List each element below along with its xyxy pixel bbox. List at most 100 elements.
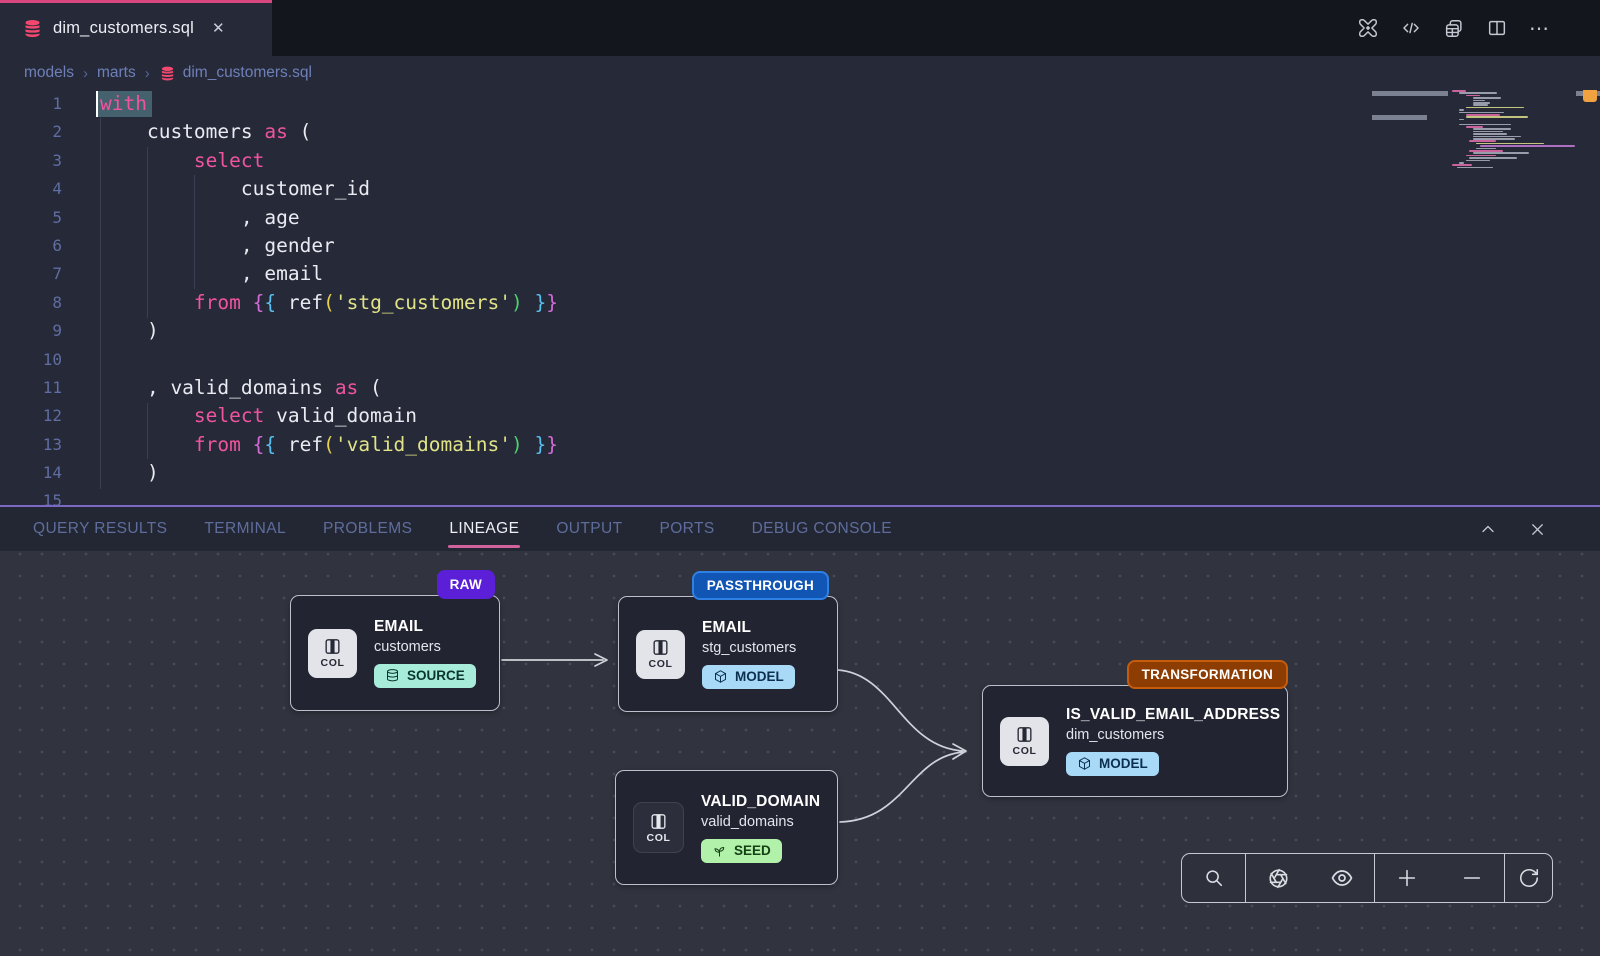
tab-title: dim_customers.sql	[53, 19, 194, 38]
eye-button[interactable]	[1322, 858, 1362, 898]
minimap-row	[1473, 152, 1529, 154]
collapse-panel-icon[interactable]	[1477, 518, 1499, 540]
split-editor-icon[interactable]	[1486, 17, 1508, 39]
cube-icon	[1077, 756, 1092, 771]
more-actions-icon[interactable]: ⋯	[1529, 16, 1550, 41]
copy-table-icon[interactable]	[1443, 17, 1465, 39]
code-line[interactable]: 4 customer_id	[0, 175, 1600, 203]
code-line[interactable]: 11 , valid_domains as (	[0, 374, 1600, 402]
panel-tab-lineage[interactable]: LINEAGE	[449, 507, 519, 551]
code-line[interactable]: 12 select valid_domain	[0, 402, 1600, 430]
minimap-row	[1469, 150, 1503, 152]
code-line[interactable]: 5 , age	[0, 204, 1600, 232]
line-number: 12	[0, 402, 62, 430]
panel-tab-output[interactable]: OUTPUT	[556, 507, 622, 551]
code-line[interactable]: 3 select	[0, 147, 1600, 175]
source-pill[interactable]: SOURCE	[374, 664, 476, 688]
seed-pill[interactable]: SEED	[701, 839, 782, 863]
line-number: 9	[0, 317, 62, 345]
minimap[interactable]	[1452, 90, 1564, 270]
minimap-row	[1469, 157, 1517, 159]
toolbar-section	[1505, 854, 1552, 902]
code-line[interactable]: 6 , gender	[0, 232, 1600, 260]
breadcrumb-marts[interactable]: marts	[97, 64, 136, 82]
minimap-row	[1466, 114, 1500, 116]
dbt-power-user-icon[interactable]	[1357, 17, 1379, 39]
minimap-row	[1459, 92, 1497, 94]
zoom-out-button[interactable]	[1452, 858, 1492, 898]
code-line[interactable]: 15	[0, 487, 1600, 505]
transformation-badge: TRANSFORMATION	[1127, 660, 1288, 689]
passthrough-badge: PASSTHROUGH	[692, 571, 829, 600]
lineage-node-customers[interactable]: RAW COL EMAIL customers SOURCE	[290, 595, 500, 711]
line-number: 11	[0, 374, 62, 402]
model-pill[interactable]: MODEL	[1066, 752, 1159, 776]
seedling-icon	[712, 843, 727, 858]
node-text: EMAIL stg_customers MODEL	[702, 619, 796, 689]
breadcrumb-file[interactable]: dim_customers.sql	[159, 64, 312, 82]
code-line[interactable]: 1with	[0, 90, 1600, 118]
code-line[interactable]: 7 , email	[0, 260, 1600, 288]
model-pill[interactable]: MODEL	[702, 665, 795, 689]
scrollbar-annotation[interactable]	[1583, 90, 1597, 102]
column-chip[interactable]: COL	[1000, 717, 1049, 766]
code-line[interactable]: 8 from {{ ref('stg_customers') }}	[0, 289, 1600, 317]
minimap-row	[1473, 133, 1507, 135]
code-line[interactable]: 13 from {{ ref('valid_domains') }}	[0, 431, 1600, 459]
columns-icon	[1015, 725, 1034, 744]
breadcrumb-separator: ›	[145, 65, 150, 82]
breadcrumb: models › marts › dim_customers.sql	[0, 56, 1600, 90]
tab-close-icon[interactable]: ✕	[212, 19, 225, 37]
tab-dim-customers[interactable]: dim_customers.sql ✕	[0, 0, 272, 56]
code-line[interactable]: 2 customers as (	[0, 118, 1600, 146]
breadcrumb-file-label: dim_customers.sql	[183, 64, 312, 82]
column-chip[interactable]: COL	[633, 802, 684, 853]
zoom-in-button[interactable]	[1387, 858, 1427, 898]
minimap-row	[1452, 164, 1472, 166]
lineage-node-dim-customers[interactable]: TRANSFORMATION COL IS_VALID_EMAIL_ADDRES…	[982, 685, 1288, 797]
aperture-button[interactable]	[1258, 858, 1298, 898]
pill-label: MODEL	[1099, 756, 1148, 771]
selected-text: with	[96, 91, 152, 117]
column-chip[interactable]: COL	[636, 630, 685, 679]
panel-tab-terminal[interactable]: TERMINAL	[204, 507, 286, 551]
line-number: 10	[0, 346, 62, 374]
line-number: 13	[0, 431, 62, 459]
minimap-row	[1473, 128, 1511, 130]
indent-guide	[147, 403, 148, 459]
panel-header-icons	[1477, 507, 1600, 551]
breadcrumb-separator: ›	[83, 65, 88, 82]
minimap-row	[1459, 109, 1464, 111]
line-number: 5	[0, 204, 62, 232]
code-line[interactable]: 14 )	[0, 459, 1600, 487]
database-icon	[22, 18, 43, 39]
lineage-canvas[interactable]: RAW COL EMAIL customers SOURCE PASSTHROU…	[0, 551, 1600, 956]
node-subtitle: customers	[374, 639, 476, 655]
code-view-icon[interactable]	[1400, 17, 1422, 39]
panel-tab-bar: QUERY RESULTS TERMINAL PROBLEMS LINEAGE OUTP…	[0, 507, 1600, 551]
minimap-row	[1473, 102, 1490, 104]
lineage-node-valid-domains[interactable]: COL VALID_DOMAIN valid_domains SEED	[615, 770, 838, 885]
chip-label: COL	[647, 832, 671, 844]
refresh-button[interactable]	[1509, 858, 1549, 898]
panel-tab-ports[interactable]: PORTS	[659, 507, 714, 551]
column-chip[interactable]: COL	[308, 629, 357, 678]
node-subtitle: stg_customers	[702, 640, 796, 656]
code-line[interactable]: 10	[0, 346, 1600, 374]
close-panel-icon[interactable]	[1526, 518, 1548, 540]
node-text: IS_VALID_EMAIL_ADDRESS dim_customers MOD…	[1066, 706, 1280, 776]
minimap-selection-mark	[1372, 115, 1427, 120]
panel-tab-debug-console[interactable]: DEBUG CONSOLE	[752, 507, 892, 551]
line-number: 3	[0, 147, 62, 175]
lineage-node-stg-customers[interactable]: PASSTHROUGH COL EMAIL stg_customers MODE…	[618, 596, 838, 712]
search-button[interactable]	[1194, 858, 1234, 898]
node-title: VALID_DOMAIN	[701, 793, 820, 811]
code-line[interactable]: 9 )	[0, 317, 1600, 345]
panel-tab-query-results[interactable]: QUERY RESULTS	[33, 507, 167, 551]
toolbar-section	[1182, 854, 1246, 902]
breadcrumb-models[interactable]: models	[24, 64, 74, 82]
line-number: 2	[0, 118, 62, 146]
minimap-row	[1469, 140, 1496, 142]
panel-tab-problems[interactable]: PROBLEMS	[323, 507, 412, 551]
code-editor[interactable]: 1with2 customers as (3 select4 customer_…	[0, 90, 1600, 505]
